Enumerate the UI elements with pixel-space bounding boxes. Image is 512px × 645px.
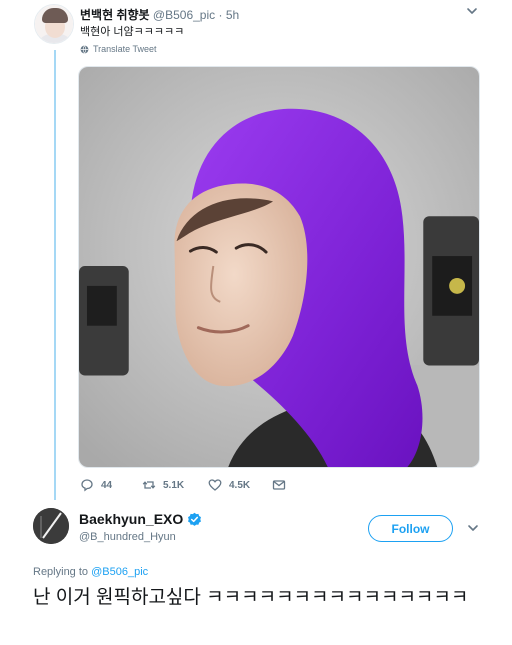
tweet1-actions: 44 5.1K 4.5K (80, 478, 340, 494)
message-icon (272, 480, 286, 490)
tweet1-photo[interactable] (78, 66, 480, 468)
follow-button[interactable]: Follow (368, 515, 453, 542)
retweet-icon (142, 481, 156, 489)
tweet1-display-name[interactable]: 변백현 취향봇 (80, 8, 150, 22)
reply-icon (81, 479, 93, 492)
reply-display-name-row[interactable]: Baekhyun_EXO (79, 511, 202, 527)
translate-tweet-label: Translate Tweet (93, 44, 157, 54)
replying-to-mention[interactable]: @B506_pic (91, 566, 148, 578)
tweet1-header: 변백현 취향봇 @B506_pic · 5h (80, 6, 239, 23)
chevron-down-icon[interactable] (465, 4, 479, 18)
tweet1-text: 백현아 너얌ㅋㅋㅋㅋㅋ (80, 26, 185, 38)
reply-display-name[interactable]: Baekhyun_EXO (79, 511, 183, 527)
like-action[interactable]: 4.5K (208, 478, 250, 492)
reply-handle[interactable]: @B_hundred_Hyun (79, 531, 176, 543)
tweet1-handle[interactable]: @B506_pic (153, 8, 215, 22)
replying-to-line: Replying to @B506_pic (33, 566, 148, 578)
tweet1-separator: · (218, 8, 223, 22)
reply-avatar[interactable] (33, 508, 69, 544)
like-icon (208, 479, 222, 491)
retweet-count: 5.1K (163, 479, 185, 491)
reply-count: 44 (101, 479, 113, 491)
verified-badge-icon (188, 512, 202, 526)
chevron-down-icon[interactable] (466, 521, 480, 535)
translate-tweet-link[interactable]: Translate Tweet (80, 44, 157, 54)
retweet-action[interactable]: 5.1K (142, 478, 184, 492)
thread-connector-line (54, 50, 56, 500)
message-action[interactable] (272, 478, 286, 492)
globe-icon (80, 45, 89, 53)
replying-to-prefix: Replying to (33, 566, 89, 578)
reply-tweet-text: 난 이거 원픽하고싶다 ㅋㅋㅋㅋㅋㅋㅋㅋㅋㅋㅋㅋㅋㅋㅋ (33, 587, 469, 608)
like-count: 4.5K (229, 479, 251, 491)
reply-action[interactable]: 44 (80, 478, 112, 492)
tweet1-avatar[interactable] (34, 4, 74, 44)
tweet1-timestamp[interactable]: 5h (226, 8, 239, 22)
